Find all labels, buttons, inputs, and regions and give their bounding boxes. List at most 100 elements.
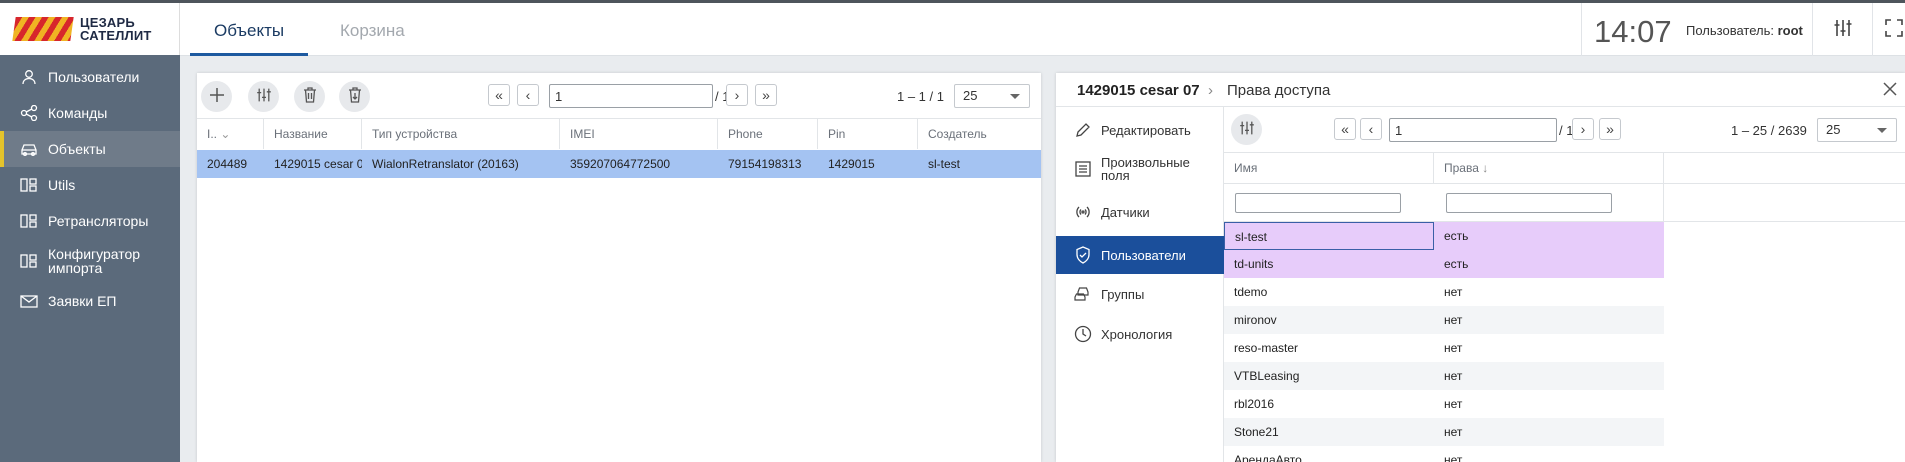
move-to-trash-button[interactable] [339,81,370,112]
add-button[interactable] [201,81,232,112]
logo[interactable]: ЦЕЗАРЬ САТЕЛЛИТ [0,3,180,55]
user-icon [18,68,40,86]
col-header-name[interactable]: Имя [1224,153,1434,183]
double-chevron-left-icon: « [495,87,503,103]
page-input[interactable] [1389,118,1557,142]
detail-menu: Редактировать Произвольные поля Датчики … [1056,107,1224,462]
list-icon [1073,160,1093,178]
cell-rights: нет [1444,453,1463,462]
table-row[interactable]: Stone21 нет [1224,418,1664,446]
first-page-button[interactable]: « [488,84,510,106]
mail-icon [18,292,40,310]
col-header-phone[interactable]: Phone [718,119,818,149]
page-size-value: 25 [1826,122,1841,137]
detail-header: 1429015 cesar 07 › Права доступа [1056,73,1905,107]
logo-stripes-icon [12,17,74,41]
menu-item-sensors[interactable]: Датчики [1056,195,1224,229]
close-icon[interactable] [1882,81,1898,100]
last-page-button[interactable]: » [755,84,777,106]
cell-pin: 1429015 [828,157,875,171]
prev-page-button[interactable]: ‹ [1360,118,1382,140]
col-header-rights[interactable]: Права ↓ [1434,153,1664,183]
col-header-name[interactable]: Название [264,119,362,149]
sliders-icon [1239,120,1255,139]
col-header-id[interactable]: I.. ⌄ [197,119,264,149]
col-header-pin[interactable]: Pin [818,119,918,149]
cell-rights: нет [1444,285,1463,299]
nav-item-utils[interactable]: Utils [0,167,180,203]
next-page-button[interactable]: › [726,84,748,106]
last-page-button[interactable]: » [1599,118,1621,140]
first-page-button[interactable]: « [1334,118,1356,140]
rights-filter-input[interactable] [1446,193,1612,213]
menu-label: Пользователи [1101,247,1186,263]
clock-area: 14:07 Пользователь: root [1581,3,1905,56]
menu-item-history[interactable]: Хронология [1056,317,1224,351]
prev-page-button[interactable]: ‹ [517,84,539,106]
modules-icon [18,212,40,230]
chevron-right-icon: › [1208,82,1213,99]
cell-rights: есть [1444,257,1469,271]
table-row[interactable]: tdemo нет [1224,278,1664,306]
col-header-creator[interactable]: Создатель [918,119,1041,149]
table-row[interactable]: rbl2016 нет [1224,390,1664,418]
nav-item-import-configurator[interactable]: Конфигуратор импорта [0,239,180,283]
sliders-icon [256,87,272,106]
menu-label: Произвольные поля [1101,155,1190,183]
nav-item-users[interactable]: Пользователи [0,59,180,95]
nav-label: Объекты [48,141,106,157]
objects-panel: « ‹ / 1 › » 1 – 1 / 1 25 I.. ⌄ Название … [197,73,1041,462]
user-name: root [1777,23,1803,38]
double-chevron-right-icon: » [762,87,770,103]
table-row[interactable]: td-units есть [1224,250,1664,278]
columns-settings-button[interactable] [1231,114,1262,145]
table-row[interactable]: VTBLeasing нет [1224,362,1664,390]
nav-item-commands[interactable]: Команды [0,95,180,131]
shield-icon [1073,246,1093,264]
menu-label: Группы [1101,286,1145,302]
nav-item-retranslators[interactable]: Ретрансляторы [0,203,180,239]
name-filter-input[interactable] [1235,193,1401,213]
delete-button[interactable] [294,81,325,112]
fullscreen-icon [1885,19,1903,40]
cell-name: reso-master [1234,341,1299,355]
logo-line-2: САТЕЛЛИТ [80,28,152,43]
page-size-select[interactable]: 25 [1817,118,1897,142]
table-row[interactable]: АрендаАвто нет [1224,446,1664,462]
objects-toolbar: « ‹ / 1 › » 1 – 1 / 1 25 [197,73,1041,119]
caret-down-icon [1010,94,1020,99]
col-header-imei[interactable]: IMEI [560,119,718,149]
tab-objects[interactable]: Объекты [190,3,309,56]
next-page-button[interactable]: › [1572,118,1594,140]
menu-item-custom-fields[interactable]: Произвольные поля [1056,149,1224,189]
share-icon [18,104,40,122]
menu-label: Хронология [1101,326,1173,342]
settings-button[interactable] [1812,3,1872,56]
page-size-select[interactable]: 25 [954,84,1030,108]
tab-trash[interactable]: Корзина [316,3,429,56]
cell-name: Stone21 [1234,425,1279,439]
menu-item-edit[interactable]: Редактировать [1056,113,1224,147]
cell-name: VTBLeasing [1234,369,1300,383]
history-icon [1073,325,1093,343]
table-row[interactable]: 204489 1429015 cesar 07 WialonRetranslat… [197,150,1041,178]
detail-section: Права доступа [1227,82,1331,99]
col-header-device-type[interactable]: Тип устройства [362,119,560,149]
page-input[interactable] [549,84,713,108]
trash-restore-icon [348,87,362,106]
user-info: Пользователь: root [1686,23,1803,38]
nav-item-ep-requests[interactable]: Заявки ЕП [0,283,180,319]
plus-icon [208,86,226,107]
cell-name: sl-test [1224,222,1434,250]
menu-item-users[interactable]: Пользователи [1056,236,1224,274]
menu-item-groups[interactable]: Группы [1056,277,1224,311]
nav-label: Пользователи [48,69,140,85]
nav-label: Заявки ЕП [48,293,117,309]
table-row[interactable]: reso-master нет [1224,334,1664,362]
columns-settings-button[interactable] [248,81,279,112]
table-row[interactable]: mironov нет [1224,306,1664,334]
nav-item-objects[interactable]: Объекты [0,131,180,167]
fullscreen-button[interactable] [1872,3,1903,56]
cell-rights: нет [1444,341,1463,355]
table-row[interactable]: sl-test есть [1224,222,1664,250]
